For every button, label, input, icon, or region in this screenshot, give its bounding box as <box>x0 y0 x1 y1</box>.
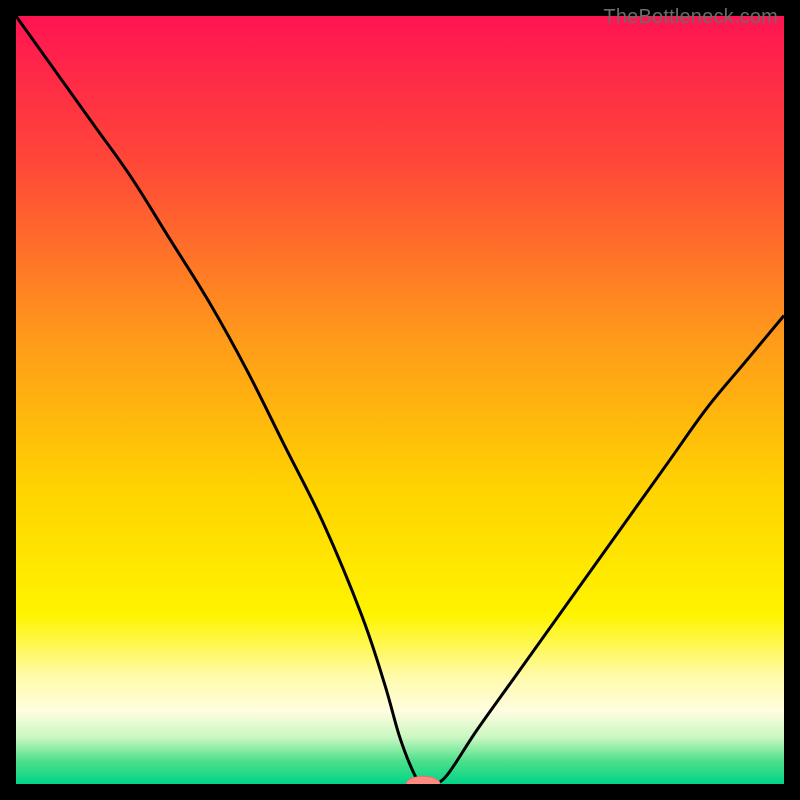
plot-area <box>16 16 784 784</box>
watermark-label: TheBottleneck.com <box>603 6 778 29</box>
chart-frame: TheBottleneck.com <box>0 0 800 800</box>
gradient-background <box>16 16 784 784</box>
bottleneck-chart <box>16 16 784 784</box>
